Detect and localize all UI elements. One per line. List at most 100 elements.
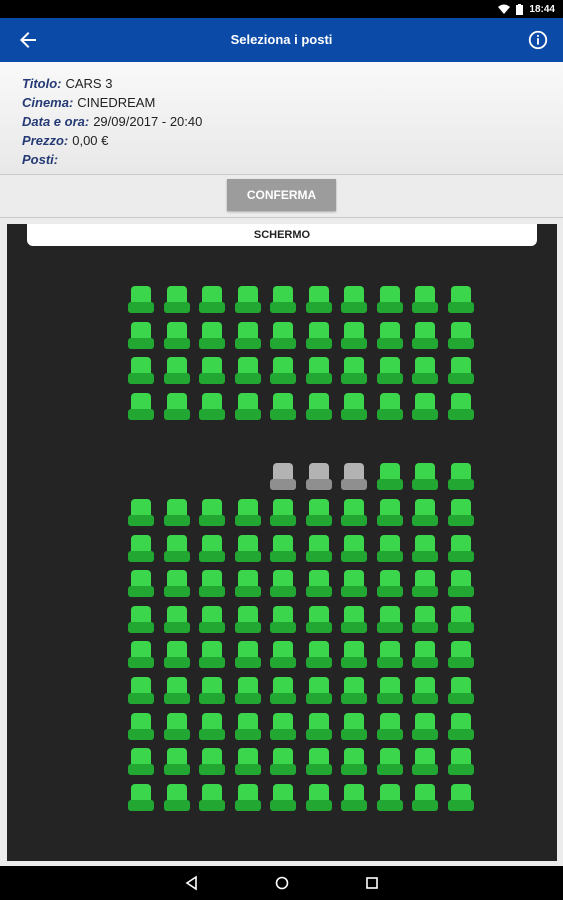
seat-r7-c2[interactable] [163,534,191,562]
seat-r1-c10[interactable] [447,285,475,313]
seat-r5-c9[interactable] [411,462,439,490]
seat-r10-c4[interactable] [234,640,262,668]
seat-r12-c8[interactable] [376,712,404,740]
seat-r14-c10[interactable] [447,783,475,811]
seat-r13-c1[interactable] [127,747,155,775]
seat-r2-c3[interactable] [198,321,226,349]
seat-r12-c1[interactable] [127,712,155,740]
seat-r7-c10[interactable] [447,534,475,562]
seat-r14-c5[interactable] [269,783,297,811]
seat-r9-c4[interactable] [234,605,262,633]
seat-r11-c8[interactable] [376,676,404,704]
seat-r13-c8[interactable] [376,747,404,775]
seat-r3-c5[interactable] [269,356,297,384]
seat-r2-c2[interactable] [163,321,191,349]
nav-recents-icon[interactable] [364,875,380,891]
seat-r13-c3[interactable] [198,747,226,775]
seat-r1-c7[interactable] [340,285,368,313]
seat-r6-c5[interactable] [269,498,297,526]
seat-r8-c5[interactable] [269,569,297,597]
seat-r7-c8[interactable] [376,534,404,562]
seat-r9-c2[interactable] [163,605,191,633]
seat-r7-c1[interactable] [127,534,155,562]
seat-r3-c10[interactable] [447,356,475,384]
seat-r4-c3[interactable] [198,392,226,420]
seat-r10-c3[interactable] [198,640,226,668]
seat-r3-c7[interactable] [340,356,368,384]
seat-r14-c9[interactable] [411,783,439,811]
seat-r2-c7[interactable] [340,321,368,349]
seat-r9-c8[interactable] [376,605,404,633]
seat-r3-c6[interactable] [305,356,333,384]
seat-r12-c7[interactable] [340,712,368,740]
seat-r4-c8[interactable] [376,392,404,420]
seat-r11-c9[interactable] [411,676,439,704]
seat-r1-c9[interactable] [411,285,439,313]
seat-r9-c7[interactable] [340,605,368,633]
seat-r3-c3[interactable] [198,356,226,384]
seat-r8-c9[interactable] [411,569,439,597]
seat-r3-c8[interactable] [376,356,404,384]
seat-r1-c6[interactable] [305,285,333,313]
seat-r4-c6[interactable] [305,392,333,420]
seat-r14-c3[interactable] [198,783,226,811]
seat-r1-c4[interactable] [234,285,262,313]
seat-r12-c4[interactable] [234,712,262,740]
seat-r6-c9[interactable] [411,498,439,526]
seat-r8-c10[interactable] [447,569,475,597]
seat-r1-c5[interactable] [269,285,297,313]
seat-r12-c9[interactable] [411,712,439,740]
seat-r13-c2[interactable] [163,747,191,775]
seat-r14-c6[interactable] [305,783,333,811]
seat-r11-c10[interactable] [447,676,475,704]
seat-r3-c9[interactable] [411,356,439,384]
seat-r10-c8[interactable] [376,640,404,668]
seat-r2-c6[interactable] [305,321,333,349]
nav-home-icon[interactable] [274,875,290,891]
seat-r14-c2[interactable] [163,783,191,811]
seat-r10-c2[interactable] [163,640,191,668]
seat-r6-c1[interactable] [127,498,155,526]
seat-r13-c10[interactable] [447,747,475,775]
seat-r7-c3[interactable] [198,534,226,562]
seat-r6-c8[interactable] [376,498,404,526]
seat-r2-c1[interactable] [127,321,155,349]
seat-r8-c7[interactable] [340,569,368,597]
seat-r4-c7[interactable] [340,392,368,420]
seat-r8-c2[interactable] [163,569,191,597]
seat-r11-c2[interactable] [163,676,191,704]
seat-r10-c9[interactable] [411,640,439,668]
seat-r6-c3[interactable] [198,498,226,526]
seat-r2-c10[interactable] [447,321,475,349]
seat-r7-c9[interactable] [411,534,439,562]
nav-back-icon[interactable] [184,875,200,891]
seat-r9-c10[interactable] [447,605,475,633]
seat-r2-c8[interactable] [376,321,404,349]
seat-r8-c3[interactable] [198,569,226,597]
seat-r3-c4[interactable] [234,356,262,384]
seat-r8-c8[interactable] [376,569,404,597]
seat-r4-c9[interactable] [411,392,439,420]
seat-r9-c3[interactable] [198,605,226,633]
seat-r11-c1[interactable] [127,676,155,704]
seat-r13-c5[interactable] [269,747,297,775]
seat-r11-c4[interactable] [234,676,262,704]
seat-r9-c9[interactable] [411,605,439,633]
seat-r7-c4[interactable] [234,534,262,562]
seat-r13-c7[interactable] [340,747,368,775]
seat-r14-c4[interactable] [234,783,262,811]
seat-r1-c8[interactable] [376,285,404,313]
confirm-button[interactable]: CONFERMA [227,179,336,211]
seat-r9-c6[interactable] [305,605,333,633]
seat-r5-c10[interactable] [447,462,475,490]
seat-r8-c4[interactable] [234,569,262,597]
seat-r12-c10[interactable] [447,712,475,740]
seat-r11-c5[interactable] [269,676,297,704]
seat-r13-c4[interactable] [234,747,262,775]
seat-r11-c7[interactable] [340,676,368,704]
seat-r9-c5[interactable] [269,605,297,633]
info-circle-icon[interactable] [527,29,549,51]
seat-r10-c5[interactable] [269,640,297,668]
seat-r6-c7[interactable] [340,498,368,526]
seat-r14-c8[interactable] [376,783,404,811]
